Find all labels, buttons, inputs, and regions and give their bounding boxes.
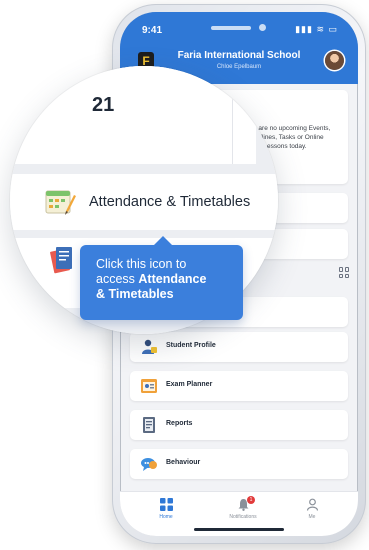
tab-notifications-label: Notifications — [229, 514, 257, 520]
school-name: Faria International School — [177, 50, 301, 61]
magnified-card-divider — [232, 66, 233, 164]
menu-item-behaviour[interactable]: Behaviour — [130, 449, 348, 479]
tab-notifications[interactable]: 1 Notifications — [213, 496, 273, 520]
home-icon — [159, 498, 173, 511]
notification-badge: 1 — [247, 496, 255, 504]
grid-view-icon[interactable] — [339, 267, 350, 278]
magnified-calendar-card — [10, 66, 256, 164]
attendance-timetables-icon[interactable] — [44, 187, 76, 217]
home-indicator — [194, 528, 284, 531]
avatar[interactable] — [325, 51, 344, 70]
menu-item-exam-planner[interactable]: Exam Planner — [130, 371, 348, 401]
documents-icon — [50, 247, 72, 274]
tab-me-label: Me — [308, 514, 316, 520]
magnified-attendance-label: Attendance & Timetables — [89, 194, 251, 210]
tooltip-message: Click this icon to access Attendance & T… — [96, 257, 207, 301]
tab-home-label: Home — [159, 514, 173, 520]
tooltip-arrow — [154, 236, 172, 245]
magnified-date: 21 — [92, 94, 115, 116]
onboarding-screenshot: 9:41 ▮▮▮ ≋ ▭ F Faria International Schoo… — [0, 0, 369, 550]
speaker-grille — [211, 26, 251, 30]
reports-icon — [143, 417, 155, 433]
menu-item-reports[interactable]: Reports — [130, 410, 348, 440]
student-profile-icon — [142, 339, 157, 354]
exam-planner-icon — [141, 379, 157, 393]
behaviour-icon — [141, 458, 157, 471]
user-icon — [306, 498, 318, 511]
menu-item-student-profile[interactable]: Student Profile — [130, 332, 348, 362]
tab-home[interactable]: Home — [136, 498, 196, 520]
status-time: 9:41 — [142, 25, 163, 36]
bottom-tab-bar: Home 1 Notifications Me — [120, 491, 358, 536]
onboarding-tooltip: Click this icon to access Attendance & T… — [80, 236, 243, 320]
tab-me[interactable]: Me — [282, 498, 342, 520]
front-camera — [259, 24, 266, 31]
status-icons: ▮▮▮ ≋ ▭ — [295, 24, 338, 34]
